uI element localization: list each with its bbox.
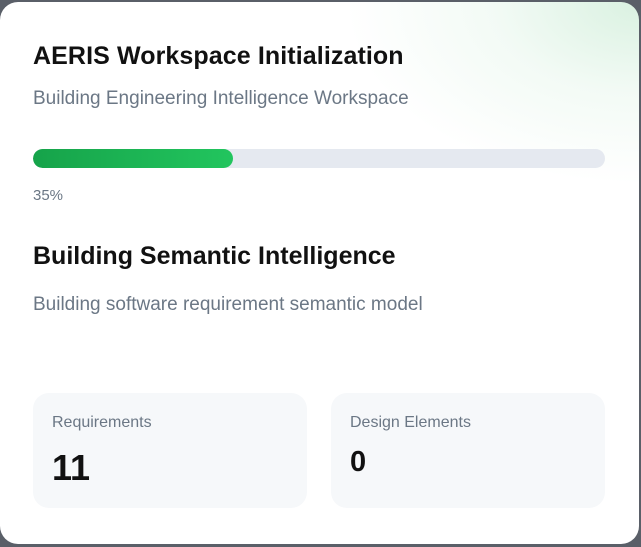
stat-label: Design Elements [350, 414, 471, 431]
stat-card-design-elements: Design Elements 0 [331, 393, 605, 508]
page-subtitle: Building Engineering Intelligence Worksp… [33, 88, 409, 109]
stat-value: 0 [350, 446, 367, 478]
progress-bar-fill [33, 149, 234, 168]
stat-card-requirements: Requirements 11 [33, 393, 307, 508]
progress-bar [33, 149, 605, 168]
phase-description: Building software requirement semantic m… [33, 294, 423, 315]
phase-title: Building Semantic Intelligence [33, 242, 396, 270]
stat-value: 11 [52, 447, 91, 488]
stat-label: Requirements [52, 414, 152, 431]
progress-percent-label: 35% [33, 187, 64, 204]
initialization-card: AERIS Workspace Initialization Building … [0, 2, 639, 544]
page-title: AERIS Workspace Initialization [33, 42, 404, 70]
